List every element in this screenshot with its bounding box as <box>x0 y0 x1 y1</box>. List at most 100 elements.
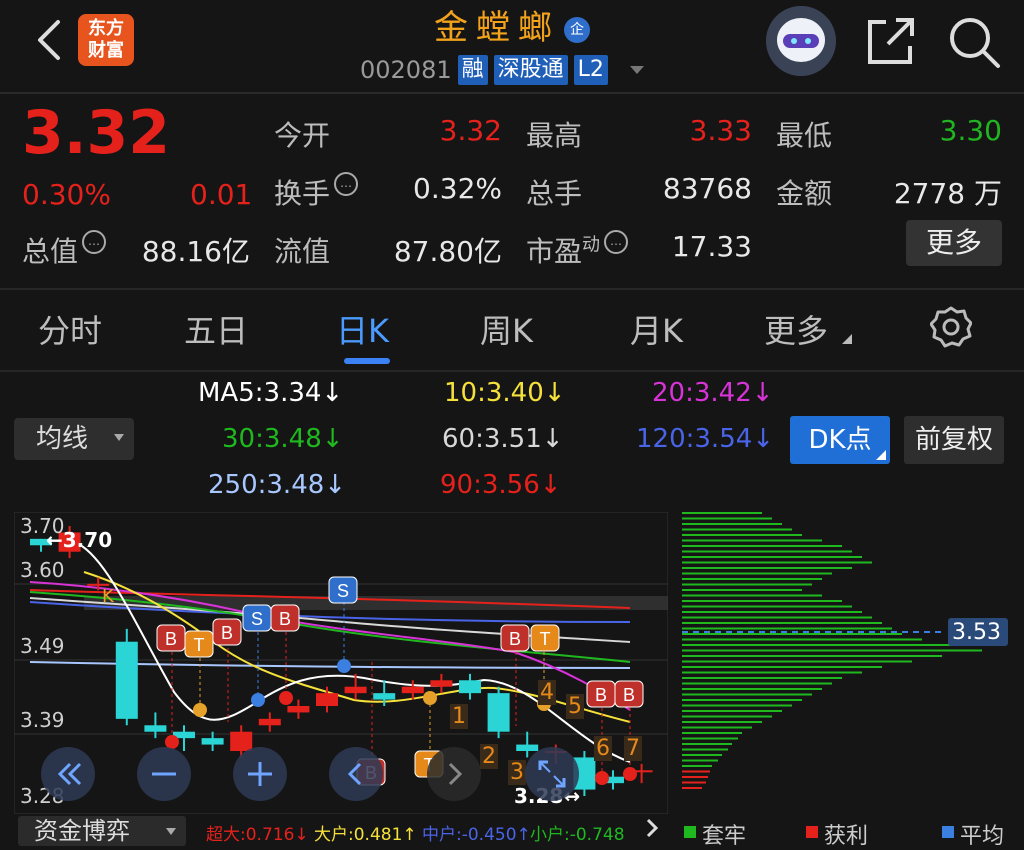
info-icon[interactable]: … <box>604 230 629 254</box>
legend-average-swatch <box>942 826 954 838</box>
tag-connect: 深股通 <box>493 55 568 85</box>
eastmoney-logo: 东方 财富 <box>78 14 134 66</box>
volume-profile-bar <box>682 748 728 751</box>
volume-profile-bar <box>682 578 822 580</box>
ma-type-select-label: 均线 <box>36 424 89 454</box>
signal-buy-marker[interactable]: B <box>270 604 302 634</box>
dk-point-button[interactable]: DK点 <box>790 416 890 464</box>
signal-sell-marker-text: S <box>337 581 349 601</box>
volume-profile-bar <box>682 556 862 558</box>
signal-buy-marker-text: B <box>165 629 177 649</box>
volume-profile-bar <box>682 660 912 663</box>
candle-body <box>115 641 138 719</box>
pe-label[interactable]: 市盈动… <box>526 230 629 270</box>
stock-code-row[interactable]: 002081 融 深股通 L2 <box>360 52 644 88</box>
ma30-label: 30:3.48↓ <box>222 424 344 454</box>
legend-profit-swatch <box>806 826 818 838</box>
high-value: 3.33 <box>689 114 752 147</box>
pe-value: 17.33 <box>671 230 752 263</box>
volume-profile-bar <box>682 616 872 619</box>
current-price: 3.32 <box>22 98 171 168</box>
dropdown-caret-icon <box>114 434 124 441</box>
count-number: 6 <box>594 736 612 761</box>
volume-profile-bar <box>682 743 732 745</box>
tab-more[interactable]: 更多 <box>764 306 828 352</box>
scroll-left-fast-icon[interactable] <box>40 746 96 802</box>
code-dropdown-icon[interactable] <box>629 66 644 74</box>
signal-sell-marker[interactable]: S <box>328 576 360 606</box>
tag-l2: L2 <box>573 55 608 85</box>
scroll-right-icon[interactable] <box>426 746 482 802</box>
fullscreen-icon[interactable] <box>524 746 580 802</box>
change-amount: 0.01 <box>190 178 253 211</box>
dk-point-label: DK点 <box>808 425 872 455</box>
market-cap-label[interactable]: 总值… <box>22 230 107 270</box>
marker-dot <box>423 691 437 705</box>
candle-body <box>258 718 281 726</box>
low-value: 3.30 <box>939 114 1002 147</box>
divider <box>0 92 1024 94</box>
volume-profile-bar <box>682 550 852 553</box>
fund-medium: 中户:-0.450↑ <box>422 825 531 845</box>
share-icon[interactable] <box>864 14 918 68</box>
amount-label: 金额 <box>776 177 833 210</box>
fund-flow-select[interactable]: 资金博弈 <box>18 816 186 846</box>
volume-profile-bar <box>682 671 862 674</box>
tab-daily-k[interactable]: 日K <box>336 306 389 352</box>
volume-profile-bar <box>682 655 942 657</box>
count-number: 2 <box>480 744 498 769</box>
stock-name: 金螳螂 <box>434 8 560 48</box>
tab-weekly-k[interactable]: 周K <box>480 306 533 352</box>
volume-profile-bar <box>682 523 782 525</box>
back-arrow-icon[interactable] <box>30 18 70 62</box>
volume-profile-bar <box>682 710 782 712</box>
turnover-label[interactable]: 换手… <box>274 172 359 212</box>
candle-body <box>487 693 510 732</box>
divider <box>0 370 1024 372</box>
chevron-right-icon[interactable] <box>640 818 664 839</box>
volume-profile-bar <box>682 666 882 668</box>
volume-profile-bar <box>682 721 762 723</box>
volume-profile-bar <box>682 545 842 547</box>
marker-dot <box>193 703 207 717</box>
more-quote-button[interactable]: 更多 <box>906 220 1002 266</box>
count-number: 4 <box>538 680 556 705</box>
float-cap-value: 87.80亿 <box>393 235 502 268</box>
info-icon[interactable]: … <box>82 230 107 254</box>
ma20-label: 20:3.42↓ <box>652 378 774 408</box>
zoom-in-icon[interactable] <box>232 746 288 802</box>
high-label: 最高 <box>526 119 583 152</box>
zoom-out-icon[interactable] <box>136 746 192 802</box>
candle-body <box>344 686 367 694</box>
ma5-label: MA5:3.34↓ <box>198 378 344 408</box>
scroll-left-icon[interactable] <box>328 746 384 802</box>
candle-body <box>316 693 338 706</box>
robot-avatar-icon[interactable] <box>766 6 836 76</box>
signal-buy-marker-text: B <box>279 609 291 629</box>
tab-five-day[interactable]: 五日 <box>184 306 248 352</box>
candle-body <box>373 693 396 700</box>
signal-buy-marker[interactable]: B <box>500 624 532 654</box>
volume-profile-bar <box>682 770 710 773</box>
float-cap-label: 流值 <box>274 235 331 268</box>
signal-buy-marker[interactable]: B <box>614 680 646 710</box>
gear-icon[interactable] <box>930 306 972 348</box>
volume-profile-bar <box>682 704 792 707</box>
forward-adjust-button[interactable]: 前复权 <box>904 416 1004 464</box>
signal-t-marker[interactable]: T <box>530 624 562 654</box>
amount-value: 2778 万 <box>893 177 1002 210</box>
signal-buy-marker[interactable]: B <box>212 618 244 648</box>
tab-monthly-k[interactable]: 月K <box>630 306 683 352</box>
volume-profile-bar <box>682 644 962 646</box>
low-label: 最低 <box>776 119 833 152</box>
ma-type-select[interactable]: 均线 <box>14 418 134 460</box>
search-icon[interactable] <box>944 12 1004 72</box>
signal-sell-marker-text: S <box>251 609 263 629</box>
volume-profile-bar <box>682 633 902 635</box>
signal-buy-marker-text: B <box>221 623 233 643</box>
volume-profile-bar <box>682 594 822 597</box>
max-price-value: 3.70 <box>62 528 113 552</box>
info-icon[interactable]: … <box>334 172 359 196</box>
tab-intraday[interactable]: 分时 <box>38 306 102 352</box>
max-price-label: ←3.70 <box>46 528 113 552</box>
